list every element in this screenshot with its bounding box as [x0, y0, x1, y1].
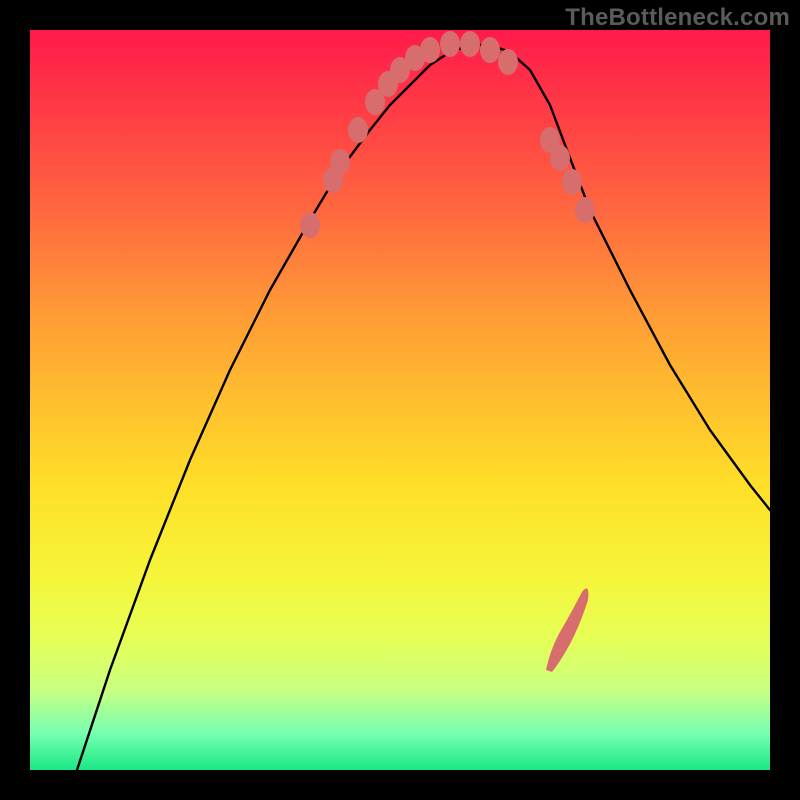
marker-point — [348, 117, 368, 143]
marker-point — [498, 49, 518, 75]
marker-point — [330, 149, 350, 175]
marker-point — [300, 212, 320, 238]
marker-blob-right — [546, 588, 588, 672]
marker-point — [575, 197, 595, 223]
marker-layer — [30, 30, 770, 770]
marker-point — [562, 169, 582, 195]
gradient-plot-area — [30, 30, 770, 770]
marker-point — [420, 37, 440, 63]
marker-point — [550, 145, 570, 171]
marker-point — [480, 37, 500, 63]
outer-frame: TheBottleneck.com — [0, 0, 800, 800]
watermark-text: TheBottleneck.com — [565, 4, 790, 32]
marker-point — [460, 31, 480, 57]
marker-point — [440, 31, 460, 57]
